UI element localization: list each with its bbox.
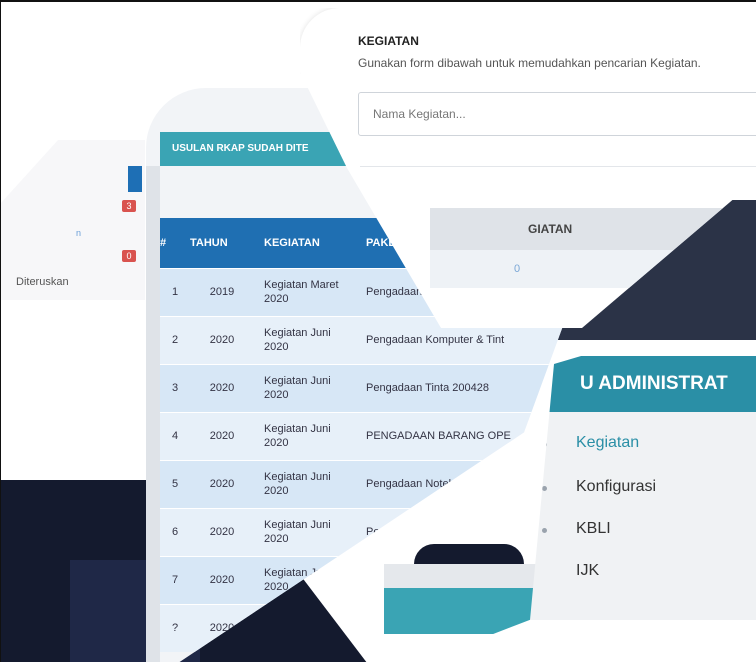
notification-label-fragment: n xyxy=(76,228,82,238)
cell-number: ? xyxy=(160,603,190,652)
menu-item-konfigurasi[interactable]: Konfigurasi xyxy=(576,478,656,496)
table-row[interactable]: 3 2020 Kegiatan Juni 2020 Pengadaan Tint… xyxy=(160,363,566,412)
cell-paket: PENGADAAN BARANG OPE xyxy=(356,411,566,460)
mini-card-top xyxy=(414,544,524,564)
menu-item-ijk[interactable]: IJK xyxy=(576,562,599,580)
menu-item-kbli[interactable]: KBLI xyxy=(576,520,611,538)
cell-kegiatan: Kegiatan Maret 2020 xyxy=(254,267,356,316)
notification-badge-count: 3 xyxy=(122,200,136,212)
window-border-top xyxy=(0,0,756,2)
cell-tahun: 2019 xyxy=(190,267,254,316)
cell-tahun: 2020 xyxy=(190,315,254,364)
cell-number: 3 xyxy=(160,363,190,412)
cell-kegiatan: Kegiatan Juni 2020 xyxy=(254,411,356,460)
cell-kegiatan: Kegiatan Juni 2020 xyxy=(254,315,356,364)
table-row[interactable]: 4 2020 Kegiatan Juni 2020 PENGADAAN BARA… xyxy=(160,411,566,460)
window-border-left xyxy=(0,0,1,662)
divider xyxy=(360,166,756,167)
bullet-icon xyxy=(542,486,547,491)
admin-menu-list: Kegiatan Konfigurasi KBLI IJK xyxy=(530,412,756,620)
cell-number: 2 xyxy=(160,315,190,364)
search-card-title: KEGIATAN xyxy=(358,34,419,48)
mini-card-fragment xyxy=(384,544,540,634)
cell-tahun: 2020 xyxy=(190,507,254,556)
cell-kegiatan: Kegiatan Juni 2020 xyxy=(254,363,356,412)
card-left-bar xyxy=(146,166,160,662)
cell-paket: Pengadaan Noteb xyxy=(356,459,566,508)
bullet-icon xyxy=(542,442,547,447)
column-header-tahun[interactable]: TAHUN xyxy=(190,218,254,268)
cell-tahun: 2020 xyxy=(190,411,254,460)
cell-paket: Pengadaan Tinta 200428 xyxy=(356,363,566,412)
column-header-kegiatan[interactable]: KEGIATAN xyxy=(254,218,356,268)
notification-label-diteruskan[interactable]: Diteruskan xyxy=(16,276,69,288)
menu-item-kegiatan[interactable]: Kegiatan xyxy=(576,434,639,452)
cell-kegiatan: Kegiatan Juni 2020 xyxy=(254,459,356,508)
notification-badge-count: 0 xyxy=(122,250,136,262)
admin-menu-card: U ADMINISTRAT Kegiatan Konfigurasi KBLI … xyxy=(530,300,756,620)
cell-number: 1 xyxy=(160,267,190,316)
cell-number: 6 xyxy=(160,507,190,556)
notification-strip xyxy=(128,166,142,192)
bullet-icon xyxy=(542,528,547,533)
cell-tahun: 2020 xyxy=(190,459,254,508)
admin-menu-title: U ADMINISTRAT xyxy=(530,356,756,412)
cell-number: 4 xyxy=(160,411,190,460)
search-card-subtitle: Gunakan form dibawah untuk memudahkan pe… xyxy=(358,56,701,70)
cell-tahun: 2020 xyxy=(190,555,254,604)
table-row[interactable]: 5 2020 Kegiatan Juni 2020 Pengadaan Note… xyxy=(160,459,566,508)
cell-kegiatan: Kegiatan Juni 2020 xyxy=(254,507,356,556)
cell-number: 7 xyxy=(160,555,190,604)
column-header-number[interactable]: # xyxy=(160,218,190,268)
mini-card-strip xyxy=(384,564,540,588)
nama-kegiatan-input[interactable] xyxy=(358,92,756,136)
mini-card-header xyxy=(384,588,540,634)
cell-number: 5 xyxy=(160,459,190,508)
cell-tahun: 2020 xyxy=(190,363,254,412)
